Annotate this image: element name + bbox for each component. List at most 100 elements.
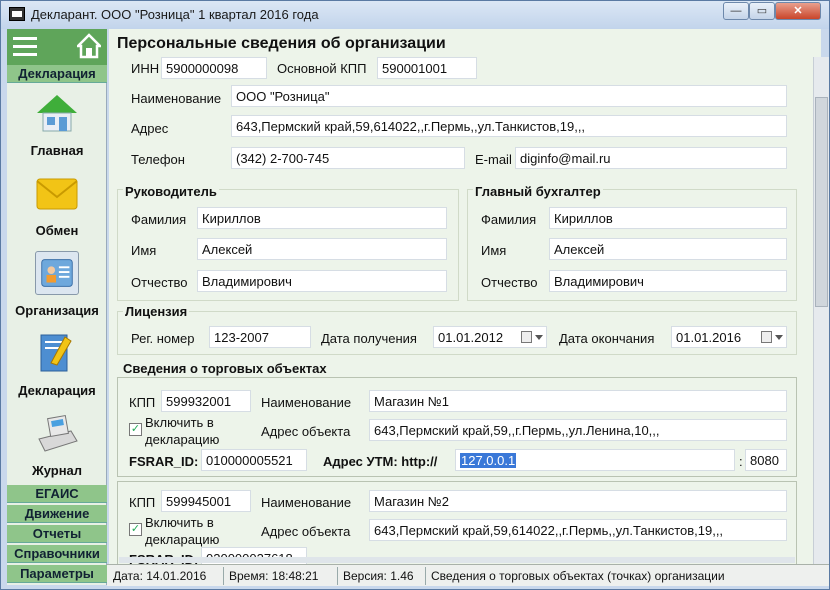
- director-patronymic-field[interactable]: Владимирович: [197, 270, 447, 292]
- status-bar: Дата: 14.01.2016 Время: 18:48:21 Версия:…: [107, 564, 829, 586]
- store1-kpp-field[interactable]: 599932001: [161, 390, 251, 412]
- maximize-button[interactable]: ▭: [749, 2, 775, 20]
- address-label: Адрес: [131, 121, 169, 136]
- stores-title: Сведения о торговых объектах: [123, 361, 327, 376]
- page-title: Персональные сведения об организации: [117, 35, 446, 52]
- nav-label: Обмен: [35, 223, 79, 238]
- kpp-label: Основной КПП: [277, 61, 367, 76]
- cash-register-icon: [38, 414, 78, 452]
- section-declaration[interactable]: Декларация: [7, 65, 107, 83]
- horizontal-scrollbar[interactable]: [119, 557, 795, 563]
- store1-address-field[interactable]: 643,Пермский край,59,,г.Пермь,,ул.Ленина…: [369, 419, 787, 441]
- nav-item-organization[interactable]: Организация: [7, 245, 107, 323]
- menu-icon[interactable]: [13, 37, 37, 57]
- vertical-scrollbar[interactable]: [813, 57, 829, 565]
- license-expires-label: Дата окончания: [559, 331, 655, 346]
- status-version: Версия: 1.46: [343, 569, 414, 583]
- license-title: Лицензия: [123, 304, 190, 319]
- store1-utm-label: Адрес УТМ: http://: [323, 454, 438, 469]
- home-icon: [37, 95, 77, 132]
- main-panel: Персональные сведения об организации ИНН…: [109, 29, 821, 585]
- store2-kpp-field[interactable]: 599945001: [161, 490, 251, 512]
- director-name-field[interactable]: Алексей: [197, 238, 447, 260]
- nav-item-home[interactable]: Главная: [7, 85, 107, 163]
- store1-utm-port-field[interactable]: 8080: [745, 449, 787, 471]
- dropdown-arrow-icon[interactable]: [775, 335, 783, 340]
- store2-address-field[interactable]: 643,Пермский край,59,614022,,г.Пермь,,ул…: [369, 519, 787, 541]
- minimize-button[interactable]: —: [723, 2, 749, 20]
- document-pencil-icon: [40, 334, 72, 372]
- license-expires-value: 01.01.2016: [676, 330, 742, 345]
- status-time: Время: 18:48:21: [229, 569, 319, 583]
- license-received-label: Дата получения: [321, 331, 417, 346]
- kpp-field[interactable]: 590001001: [377, 57, 477, 79]
- store1-include-label: Включить в: [145, 415, 214, 430]
- accountant-patronymic-label: Отчество: [481, 275, 538, 290]
- nav-item-exchange[interactable]: Обмен: [7, 165, 107, 243]
- store2-name-label: Наименование: [261, 495, 352, 510]
- home-icon[interactable]: [77, 33, 101, 59]
- store2-include-checkbox[interactable]: ✓: [129, 523, 142, 536]
- license-expires-date[interactable]: 01.01.2016: [671, 326, 787, 348]
- calendar-icon[interactable]: [521, 331, 532, 343]
- director-surname-field[interactable]: Кириллов: [197, 207, 447, 229]
- store1-name-field[interactable]: Магазин №1: [369, 390, 787, 412]
- status-date: Дата: 14.01.2016: [113, 569, 207, 583]
- nav-item-journal[interactable]: Журнал: [7, 405, 107, 483]
- dropdown-arrow-icon[interactable]: [535, 335, 543, 340]
- store1-include-checkbox[interactable]: ✓: [129, 423, 142, 436]
- store1-kpp-label: КПП: [129, 395, 156, 410]
- section-parameters[interactable]: Параметры: [7, 565, 107, 583]
- nav-item-declaration[interactable]: Декларация: [7, 325, 107, 403]
- store1-name-label: Наименование: [261, 395, 352, 410]
- organization-card-icon: [35, 251, 79, 295]
- name-label: Наименование: [131, 91, 222, 106]
- store2-kpp-label: КПП: [129, 495, 156, 510]
- calendar-icon[interactable]: [761, 331, 772, 343]
- accountant-name-field[interactable]: Алексей: [549, 238, 787, 260]
- section-egais[interactable]: ЕГАИС: [7, 485, 107, 503]
- store2-name-field[interactable]: Магазин №2: [369, 490, 787, 512]
- accountant-patronymic-field[interactable]: Владимирович: [549, 270, 787, 292]
- license-received-value: 01.01.2012: [438, 330, 504, 345]
- close-button[interactable]: ✕: [775, 2, 821, 20]
- store1-utm-colon: :: [739, 454, 743, 469]
- accountant-name-label: Имя: [481, 243, 507, 258]
- scrollbar-thumb[interactable]: [815, 97, 828, 307]
- section-reports[interactable]: Отчеты: [7, 525, 107, 543]
- store1-address-label: Адрес объекта: [261, 424, 351, 439]
- director-name-label: Имя: [131, 243, 157, 258]
- nav-label: Журнал: [31, 463, 83, 478]
- phone-field[interactable]: (342) 2-700-745: [231, 147, 465, 169]
- name-field[interactable]: ООО "Розница": [231, 85, 787, 107]
- store1-fsrar-label: FSRAR_ID:: [129, 454, 199, 469]
- store2-include-label-2: декларацию: [145, 532, 220, 547]
- window-title: Декларант. ООО "Розница" 1 квартал 2016 …: [31, 7, 319, 22]
- director-title: Руководитель: [123, 184, 219, 199]
- license-received-date[interactable]: 01.01.2012: [433, 326, 547, 348]
- license-reg-label: Рег. номер: [131, 331, 195, 346]
- accountant-title: Главный бухгалтер: [473, 184, 603, 199]
- sidebar-header: [7, 29, 107, 65]
- store1-utm-host-field[interactable]: 127.0.0.1: [455, 449, 735, 471]
- status-message: Сведения о торговых объектах (точках) ор…: [431, 569, 725, 583]
- store2-address-label: Адрес объекта: [261, 524, 351, 539]
- section-movement[interactable]: Движение: [7, 505, 107, 523]
- email-label: E-mail: [475, 152, 512, 167]
- email-field[interactable]: diginfo@mail.ru: [515, 147, 787, 169]
- director-patronymic-label: Отчество: [131, 275, 188, 290]
- sidebar: Декларация Главная Обмен Организация Дек…: [7, 29, 107, 585]
- nav-label: Декларация: [18, 383, 96, 398]
- section-directories[interactable]: Справочники: [7, 545, 107, 563]
- accountant-surname-field[interactable]: Кириллов: [549, 207, 787, 229]
- license-reg-field[interactable]: 123-2007: [209, 326, 311, 348]
- store2-include-label: Включить в: [145, 515, 214, 530]
- inn-label: ИНН: [131, 61, 160, 76]
- envelope-icon: [36, 178, 78, 210]
- store1-include-label-2: декларацию: [145, 432, 220, 447]
- phone-label: Телефон: [131, 152, 185, 167]
- store1-fsrar-field[interactable]: 010000005521: [201, 449, 307, 471]
- address-field[interactable]: 643,Пермский край,59,614022,,г.Пермь,,ул…: [231, 115, 787, 137]
- inn-field[interactable]: 5900000098: [161, 57, 267, 79]
- nav-label: Организация: [15, 303, 99, 318]
